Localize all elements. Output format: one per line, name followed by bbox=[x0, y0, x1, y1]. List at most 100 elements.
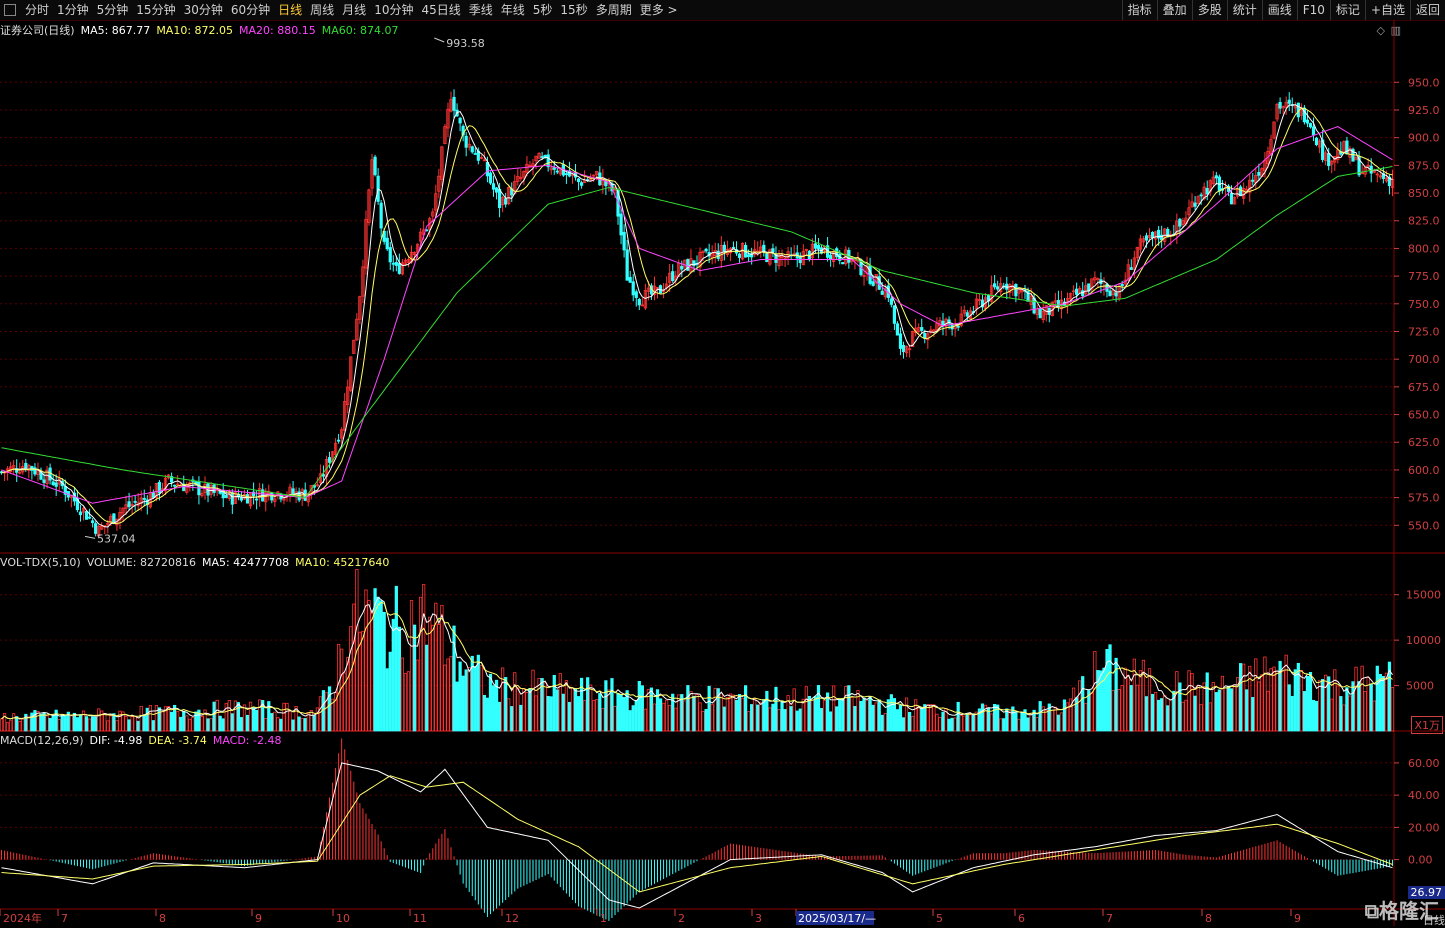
volume-bar bbox=[911, 716, 913, 731]
candle bbox=[143, 498, 145, 499]
volume-bar bbox=[851, 698, 853, 731]
volume-bar bbox=[207, 719, 209, 731]
ma60-line bbox=[2, 167, 1393, 498]
volume-bar bbox=[805, 687, 807, 731]
volume-bar bbox=[802, 699, 804, 731]
stock-chart[interactable]: 950.0925.0900.0875.0850.0825.0800.0775.0… bbox=[0, 0, 1445, 926]
volume-bar bbox=[73, 713, 75, 731]
volume-bar bbox=[930, 705, 932, 731]
volume-bar bbox=[271, 713, 273, 731]
volume-bar bbox=[1288, 685, 1290, 731]
volume-bar bbox=[192, 718, 194, 731]
volume-bar bbox=[565, 681, 567, 731]
volume-bar bbox=[149, 705, 151, 731]
volume-bar bbox=[1258, 682, 1260, 731]
low-pointer bbox=[85, 536, 95, 538]
volume-bar bbox=[362, 631, 364, 731]
volume-bar bbox=[371, 611, 373, 731]
vol-ma5-line bbox=[2, 597, 1393, 719]
candle bbox=[1206, 188, 1208, 194]
volume-bar bbox=[814, 697, 816, 731]
candle bbox=[25, 463, 27, 469]
volume-bar bbox=[110, 716, 112, 731]
volume-bar bbox=[504, 677, 506, 731]
volume-bar bbox=[1309, 672, 1311, 731]
date-label: 11 bbox=[413, 912, 427, 925]
volume-bar bbox=[547, 696, 549, 731]
volume-bar bbox=[319, 697, 321, 731]
date-label: 2024年 bbox=[3, 911, 42, 925]
volume-bar bbox=[839, 699, 841, 731]
candle bbox=[723, 245, 725, 252]
volume-bar bbox=[878, 700, 880, 731]
volume-bar bbox=[571, 688, 573, 731]
volume-bar bbox=[848, 686, 850, 731]
volume-bar bbox=[1142, 660, 1144, 731]
volume-bar bbox=[429, 617, 431, 731]
volume-bar bbox=[732, 695, 734, 731]
volume-bar bbox=[1227, 686, 1229, 731]
volume-bar bbox=[665, 700, 667, 731]
date-label: 8 bbox=[159, 912, 166, 925]
volume-bar bbox=[586, 678, 588, 731]
candle bbox=[623, 232, 625, 250]
date-label: 12 bbox=[505, 912, 519, 925]
volume-bar bbox=[845, 686, 847, 731]
candle bbox=[1015, 284, 1017, 296]
volume-bar bbox=[55, 710, 57, 731]
volume-tick-label: 10000 bbox=[1406, 634, 1441, 647]
volume-bar bbox=[817, 685, 819, 731]
candle bbox=[544, 155, 546, 156]
volume-bar bbox=[1337, 686, 1339, 731]
volume-bar bbox=[629, 711, 631, 731]
volume-bar bbox=[905, 698, 907, 731]
volume-bar bbox=[520, 705, 522, 731]
macd-tick-label: 60.00 bbox=[1408, 757, 1440, 770]
volume-bar bbox=[820, 708, 822, 731]
volume-bar bbox=[1221, 676, 1223, 731]
volume-bar bbox=[1045, 710, 1047, 731]
candle bbox=[738, 254, 740, 257]
ma5-line bbox=[2, 105, 1393, 527]
candle bbox=[671, 272, 673, 281]
volume-bar bbox=[638, 681, 640, 731]
volume-bar bbox=[1349, 696, 1351, 731]
candle bbox=[392, 263, 394, 264]
volume-bar bbox=[526, 692, 528, 731]
volume-bar bbox=[577, 696, 579, 731]
volume-bar bbox=[829, 712, 831, 731]
volume-bar bbox=[1291, 696, 1293, 731]
volume-bar bbox=[908, 712, 910, 731]
volume-bar bbox=[583, 701, 585, 731]
volume-bar bbox=[128, 720, 130, 731]
volume-bar bbox=[705, 709, 707, 731]
volume-bar bbox=[881, 715, 883, 731]
volume-bar bbox=[1191, 674, 1193, 731]
volume-bar bbox=[474, 666, 476, 731]
candle bbox=[553, 168, 555, 170]
volume-bar bbox=[744, 686, 746, 731]
volume-bar bbox=[1085, 703, 1087, 731]
volume-bar bbox=[793, 689, 795, 731]
volume-bar bbox=[277, 718, 279, 731]
volume-bar bbox=[775, 687, 777, 731]
volume-bar bbox=[210, 719, 212, 731]
volume-bar bbox=[1200, 705, 1202, 731]
volume-bar bbox=[1218, 690, 1220, 731]
volume-bar bbox=[1352, 682, 1354, 731]
candle bbox=[322, 475, 324, 477]
volume-bar bbox=[632, 706, 634, 731]
volume-bar bbox=[64, 716, 66, 731]
volume-bar bbox=[999, 719, 1001, 731]
volume-bar bbox=[1091, 693, 1093, 731]
candle bbox=[1033, 298, 1035, 313]
volume-bar bbox=[213, 702, 215, 731]
volume-bar bbox=[517, 688, 519, 731]
volume-bar bbox=[15, 717, 17, 731]
volume-bar bbox=[711, 705, 713, 731]
volume-bar bbox=[225, 703, 227, 731]
candle bbox=[492, 184, 494, 190]
volume-bar bbox=[179, 717, 181, 731]
candle bbox=[842, 262, 844, 263]
volume-bar bbox=[40, 714, 42, 731]
